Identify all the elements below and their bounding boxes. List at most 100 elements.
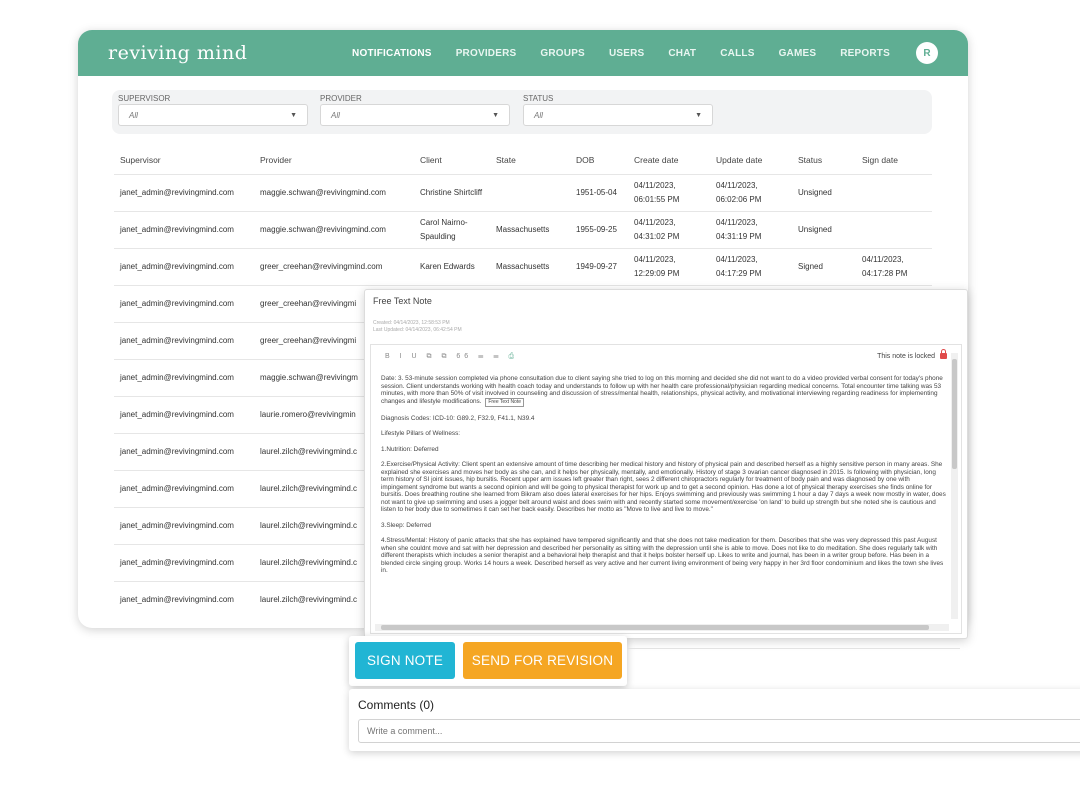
cell-create-date: 04/11/2023, 06:01:55 PM bbox=[628, 173, 710, 211]
header-update-date[interactable]: Update date bbox=[710, 146, 792, 174]
header-supervisor[interactable]: Supervisor bbox=[114, 146, 254, 174]
nav-providers[interactable]: PROVIDERS bbox=[456, 48, 517, 59]
header-dob[interactable]: DOB bbox=[570, 146, 628, 174]
cell-dob: 1949-09-27 bbox=[570, 247, 628, 285]
nav-calls[interactable]: CALLS bbox=[720, 48, 754, 59]
nav-groups[interactable]: GROUPS bbox=[540, 48, 585, 59]
send-for-revision-button[interactable]: SEND FOR REVISION bbox=[463, 642, 622, 679]
cell-update-date: 04/11/2023, 04:31:19 PM bbox=[710, 210, 792, 248]
divider bbox=[627, 648, 960, 649]
vertical-scrollbar[interactable] bbox=[951, 353, 958, 619]
note-editor: B I U ⧉ ⧉ 66 ☰ ☰ ⎙ This note is locked D… bbox=[370, 344, 962, 634]
comment-input[interactable] bbox=[358, 719, 1080, 743]
editor-toolbar: B I U ⧉ ⧉ 66 ☰ ☰ ⎙ bbox=[385, 353, 518, 361]
cell-state bbox=[490, 173, 570, 211]
header-provider[interactable]: Provider bbox=[254, 146, 414, 174]
provider-select-value: All bbox=[331, 110, 340, 120]
scroll-thumb[interactable] bbox=[381, 625, 929, 630]
comments-title: Comments (0) bbox=[358, 698, 435, 712]
nav-games[interactable]: GAMES bbox=[779, 48, 817, 59]
cell-supervisor: janet_admin@revivingmind.com bbox=[114, 247, 254, 285]
locked-indicator: This note is locked bbox=[877, 349, 947, 360]
note-paragraph: Lifestyle Pillars of Wellness: bbox=[381, 430, 461, 437]
cell-supervisor: janet_admin@revivingmind.com bbox=[114, 321, 254, 359]
print-icon[interactable]: ⎙ bbox=[509, 353, 519, 360]
lock-icon bbox=[940, 349, 947, 359]
note-created: Created: 04/14/2023, 12:58:53 PM bbox=[373, 320, 450, 326]
user-avatar[interactable]: R bbox=[916, 42, 938, 64]
note-paragraph: 2.Exercise/Physical Activity: Client spe… bbox=[381, 461, 946, 513]
nav-chat[interactable]: CHAT bbox=[668, 48, 696, 59]
note-title: Free Text Note bbox=[373, 296, 432, 306]
formatting-buttons[interactable]: B I U ⧉ ⧉ 66 ☰ ☰ bbox=[385, 353, 503, 360]
cell-status: Signed bbox=[792, 247, 856, 285]
header-sign-date[interactable]: Sign date bbox=[856, 146, 932, 174]
status-select[interactable]: All ▼ bbox=[523, 104, 713, 126]
provider-select[interactable]: All ▼ bbox=[320, 104, 510, 126]
cell-supervisor: janet_admin@revivingmind.com bbox=[114, 358, 254, 396]
chevron-down-icon: ▼ bbox=[695, 111, 702, 119]
note-actions: SIGN NOTE SEND FOR REVISION bbox=[349, 636, 627, 686]
cell-supervisor: janet_admin@revivingmind.com bbox=[114, 580, 254, 618]
cell-supervisor: janet_admin@revivingmind.com bbox=[114, 432, 254, 470]
provider-filter: PROVIDER All ▼ bbox=[320, 94, 510, 126]
horizontal-scrollbar[interactable] bbox=[375, 624, 949, 631]
note-paragraph: Diagnosis Codes: ICD-10: G89.2, F32.9, F… bbox=[381, 414, 535, 422]
cell-client[interactable]: Carol Nairno-Spaulding bbox=[414, 210, 490, 248]
cell-sign-date bbox=[856, 210, 932, 248]
note-paragraph: 3.Sleep: Deferred bbox=[381, 521, 432, 529]
cell-client[interactable]: Karen Edwards bbox=[414, 247, 490, 285]
status-select-value: All bbox=[534, 110, 543, 120]
locked-text: This note is locked bbox=[877, 353, 936, 360]
cell-supervisor: janet_admin@revivingmind.com bbox=[114, 395, 254, 433]
header-state[interactable]: State bbox=[490, 146, 570, 174]
header-create-date[interactable]: Create date bbox=[628, 146, 710, 174]
app-logo[interactable]: reviving mind bbox=[108, 42, 247, 64]
cell-supervisor: janet_admin@revivingmind.com bbox=[114, 173, 254, 211]
table-row[interactable]: janet_admin@revivingmind.com greer_creeha… bbox=[114, 247, 932, 285]
cell-client[interactable]: Christine Shirtcliff bbox=[414, 173, 490, 211]
cell-sign-date bbox=[856, 173, 932, 211]
supervisor-select-value: All bbox=[129, 110, 138, 120]
cell-supervisor: janet_admin@revivingmind.com bbox=[114, 543, 254, 581]
note-paragraph: 1.Nutrition: Deferred bbox=[381, 445, 439, 453]
supervisor-filter-label: SUPERVISOR bbox=[118, 94, 171, 103]
chevron-down-icon: ▼ bbox=[290, 111, 297, 119]
status-filter: STATUS All ▼ bbox=[523, 94, 713, 126]
comments-section: Comments (0) bbox=[349, 689, 1080, 751]
free-text-note-panel: Free Text Note Created: 04/14/2023, 12:5… bbox=[364, 289, 968, 639]
cell-status: Unsigned bbox=[792, 173, 856, 211]
table-header-row: Supervisor Provider Client State DOB Cre… bbox=[114, 146, 932, 174]
filter-bar: SUPERVISOR All ▼ PROVIDER All ▼ STATUS A… bbox=[112, 90, 932, 134]
nav-users[interactable]: USERS bbox=[609, 48, 644, 59]
note-updated: Last Updated: 04/14/2023, 06:42:54 PM bbox=[373, 327, 462, 333]
nav-notifications[interactable]: NOTIFICATIONS bbox=[352, 48, 432, 59]
cell-supervisor: janet_admin@revivingmind.com bbox=[114, 469, 254, 507]
sign-note-button[interactable]: SIGN NOTE bbox=[355, 642, 455, 679]
note-body: Date: 3. 53-minute session completed via… bbox=[381, 375, 947, 617]
table-row[interactable]: janet_admin@revivingmind.com maggie.schwa… bbox=[114, 210, 932, 248]
cell-provider: greer_creehan@revivingmind.com bbox=[254, 247, 414, 285]
header-client[interactable]: Client bbox=[414, 146, 490, 174]
cell-dob: 1951-05-04 bbox=[570, 173, 628, 211]
chevron-down-icon: ▼ bbox=[492, 111, 499, 119]
cell-state: Massachusetts bbox=[490, 247, 570, 285]
cell-supervisor: janet_admin@revivingmind.com bbox=[114, 210, 254, 248]
note-meta: Created: 04/14/2023, 12:58:53 PM Last Up… bbox=[373, 320, 462, 334]
header-status[interactable]: Status bbox=[792, 146, 856, 174]
cell-status: Unsigned bbox=[792, 210, 856, 248]
nav-reports[interactable]: REPORTS bbox=[840, 48, 890, 59]
main-nav: NOTIFICATIONS PROVIDERS GROUPS USERS CHA… bbox=[328, 42, 938, 64]
cell-create-date: 04/11/2023, 12:29:09 PM bbox=[628, 247, 710, 285]
cell-dob: 1955-09-25 bbox=[570, 210, 628, 248]
cell-provider: maggie.schwan@revivingmind.com bbox=[254, 173, 414, 211]
cell-state: Massachusetts bbox=[490, 210, 570, 248]
scroll-thumb[interactable] bbox=[952, 359, 957, 469]
tooltip: Free Text Note bbox=[485, 397, 525, 407]
table-row[interactable]: janet_admin@revivingmind.com maggie.schwa… bbox=[114, 173, 932, 211]
supervisor-filter: SUPERVISOR All ▼ bbox=[118, 94, 308, 126]
cell-create-date: 04/11/2023, 04:31:02 PM bbox=[628, 210, 710, 248]
top-navigation-bar: reviving mind NOTIFICATIONS PROVIDERS GR… bbox=[78, 30, 968, 76]
supervisor-select[interactable]: All ▼ bbox=[118, 104, 308, 126]
note-paragraph: Date: 3. 53-minute session completed via… bbox=[381, 375, 943, 407]
